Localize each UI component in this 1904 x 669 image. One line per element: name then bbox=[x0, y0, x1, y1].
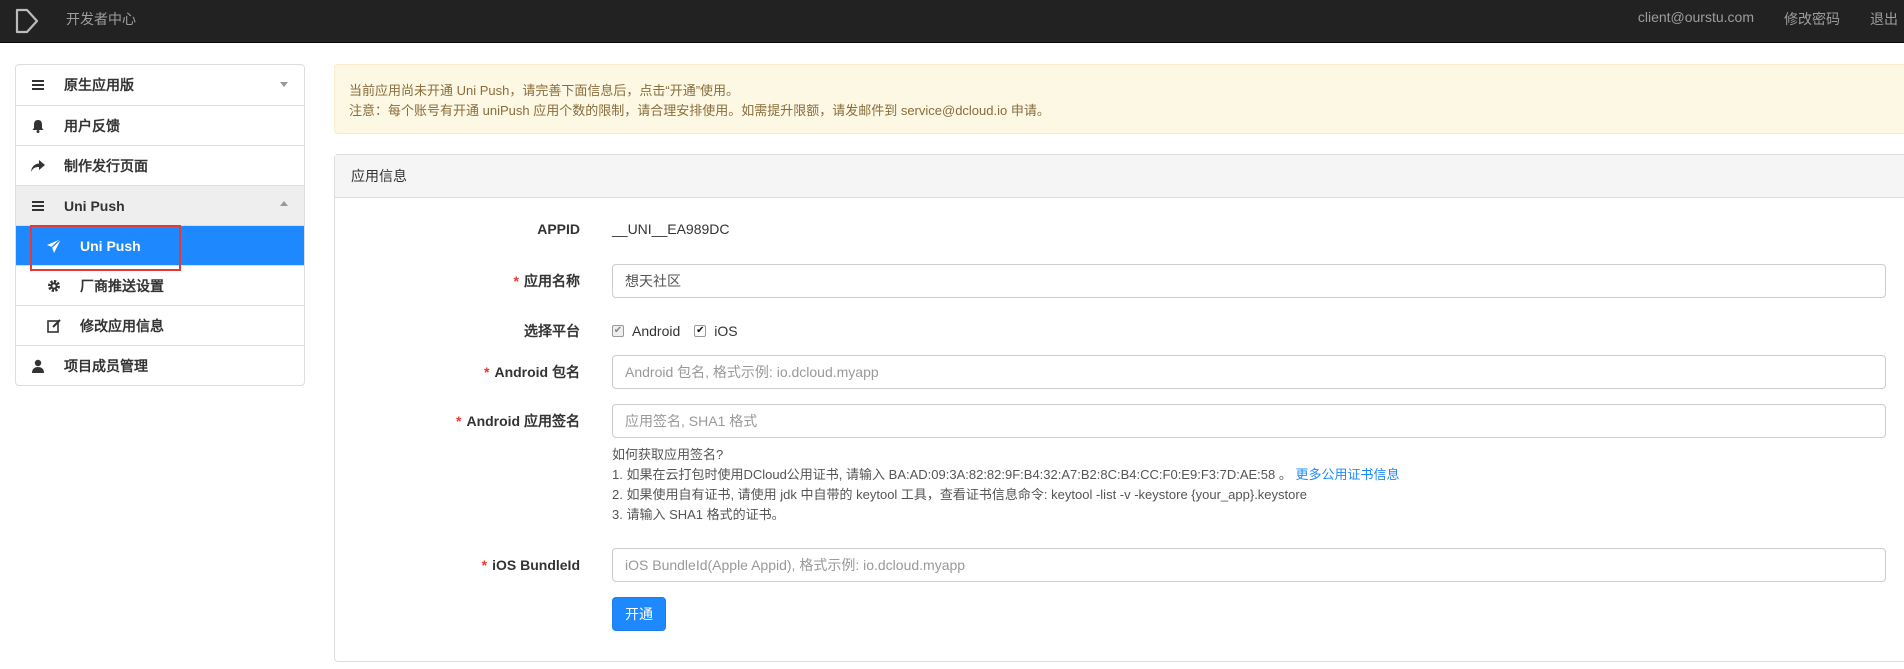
user-icon bbox=[32, 359, 44, 373]
android-package-input[interactable] bbox=[612, 355, 1886, 389]
sidebar-item-label: Uni Push bbox=[80, 237, 141, 254]
sidebar-item-label: 修改应用信息 bbox=[80, 317, 164, 334]
sidebar: 原生应用版 用户反馈 制作发行页面 Uni Push Uni Push 厂商推送… bbox=[15, 64, 305, 386]
top-nav-links: client@ourstu.com 修改密码 退出 bbox=[1608, 9, 1898, 29]
sidebar-item-release-page[interactable]: 制作发行页面 bbox=[16, 145, 304, 185]
sidebar-item-uni-push[interactable]: Uni Push bbox=[16, 225, 304, 265]
appid-label: APPID bbox=[537, 221, 580, 237]
sidebar-item-native-app[interactable]: 原生应用版 bbox=[16, 65, 304, 105]
activate-button[interactable]: 开通 bbox=[612, 597, 666, 631]
sidebar-item-label: Uni Push bbox=[64, 197, 125, 214]
bell-icon bbox=[32, 120, 44, 133]
chevron-down-icon bbox=[280, 82, 288, 87]
help-line-2: 2. 如果使用自有证书, 请使用 jdk 中自带的 keytool 工具，查看证… bbox=[612, 487, 1307, 502]
ios-checkbox[interactable]: ✔ bbox=[694, 325, 707, 337]
app-name-label: 应用名称 bbox=[524, 273, 580, 289]
signature-help: 如何获取应用签名? 1. 如果在云打包时使用DCloud公用证书, 请输入 BA… bbox=[612, 445, 1400, 525]
sidebar-item-edit-app-info[interactable]: 修改应用信息 bbox=[16, 305, 304, 345]
ios-bundle-label: iOS BundleId bbox=[492, 557, 580, 573]
gear-icon bbox=[48, 280, 60, 292]
public-cert-info-link[interactable]: 更多公用证书信息 bbox=[1295, 467, 1399, 482]
app-name-input[interactable] bbox=[612, 264, 1886, 298]
ios-checkbox-label: iOS bbox=[714, 323, 738, 339]
list-icon bbox=[32, 201, 44, 211]
top-navbar: 开发者中心 client@ourstu.com 修改密码 退出 bbox=[0, 0, 1904, 43]
sidebar-item-label: 项目成员管理 bbox=[64, 357, 148, 374]
change-password-link[interactable]: 修改密码 bbox=[1784, 9, 1840, 29]
required-mark: * bbox=[513, 273, 519, 289]
android-package-label: Android 包名 bbox=[494, 364, 580, 380]
sidebar-item-vendor-push-settings[interactable]: 厂商推送设置 bbox=[16, 265, 304, 305]
sidebar-item-label: 用户反馈 bbox=[64, 117, 120, 134]
sidebar-item-members[interactable]: 项目成员管理 bbox=[16, 345, 304, 385]
android-checkbox[interactable]: ✔ bbox=[612, 325, 624, 337]
panel-title: 应用信息 bbox=[335, 155, 1904, 198]
edit-icon bbox=[47, 319, 61, 333]
chevron-up-icon bbox=[280, 201, 288, 206]
help-title: 如何获取应用签名? bbox=[612, 447, 724, 462]
help-line-1: 1. 如果在云打包时使用DCloud公用证书, 请输入 BA:AD:09:3A:… bbox=[612, 467, 1292, 482]
ios-bundle-input[interactable] bbox=[612, 548, 1886, 582]
required-mark: * bbox=[481, 557, 488, 573]
alert-line-1: 当前应用尚未开通 Uni Push，请完善下面信息后，点击“开通”使用。 bbox=[349, 83, 740, 98]
platform-label: 选择平台 bbox=[524, 323, 580, 339]
send-icon bbox=[47, 238, 62, 253]
logout-link[interactable]: 退出 bbox=[1870, 9, 1898, 29]
brand-title[interactable]: 开发者中心 bbox=[66, 9, 136, 29]
required-mark: * bbox=[456, 413, 462, 429]
warning-alert: 当前应用尚未开通 Uni Push，请完善下面信息后，点击“开通”使用。 注意：… bbox=[334, 64, 1904, 134]
android-signature-label: Android 应用签名 bbox=[466, 413, 580, 429]
sidebar-item-label: 原生应用版 bbox=[64, 77, 134, 93]
sidebar-item-feedback[interactable]: 用户反馈 bbox=[16, 105, 304, 145]
sidebar-item-uni-push-group[interactable]: Uni Push bbox=[16, 185, 304, 225]
android-signature-input[interactable] bbox=[612, 404, 1886, 438]
alert-line-2: 注意：每个账号有开通 uniPush 应用个数的限制，请合理安排使用。如需提升限… bbox=[349, 103, 1050, 118]
sidebar-item-label: 制作发行页面 bbox=[64, 157, 148, 174]
share-icon bbox=[31, 160, 45, 172]
account-email-link[interactable]: client@ourstu.com bbox=[1638, 9, 1754, 29]
list-icon bbox=[32, 80, 44, 90]
app-info-panel: 应用信息 APPID __UNI__EA989DC * 应用名称 选择平台 ✔ A… bbox=[334, 154, 1904, 662]
sidebar-item-label: 厂商推送设置 bbox=[80, 277, 164, 294]
appid-value: __UNI__EA989DC bbox=[612, 221, 730, 237]
android-checkbox-label: Android bbox=[632, 323, 681, 339]
help-line-3: 3. 请输入 SHA1 格式的证书。 bbox=[612, 507, 785, 522]
required-mark: * bbox=[484, 364, 490, 380]
logo-icon[interactable] bbox=[14, 8, 40, 34]
